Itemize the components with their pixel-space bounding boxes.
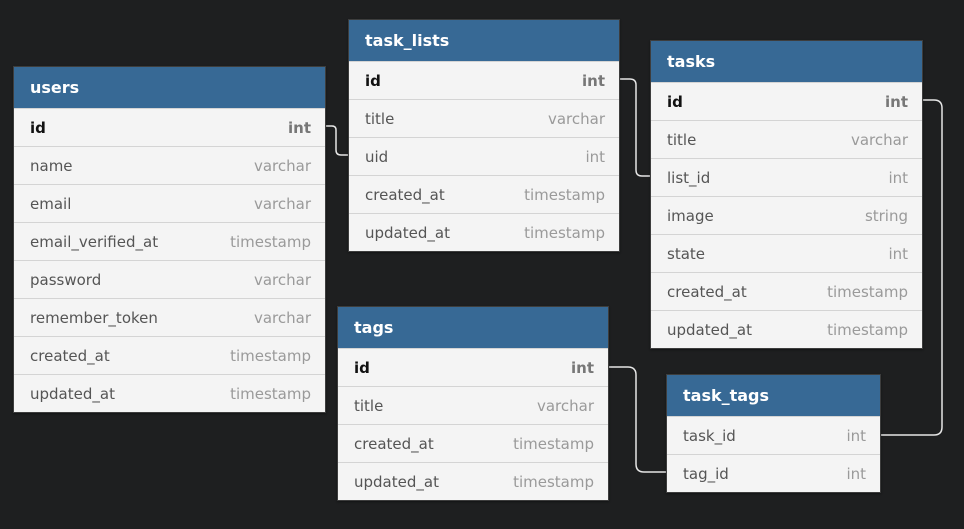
column-type: timestamp [230,232,311,251]
table-task-tags-header[interactable]: task_tags [667,375,880,416]
column-row[interactable]: title varchar [349,99,619,137]
column-type: int [571,358,594,377]
column-type: int [846,426,866,445]
column-name: updated_at [667,320,752,339]
table-tags[interactable]: tags id int title varchar created_at tim… [337,306,609,501]
column-row[interactable]: password varchar [14,260,325,298]
column-type: varchar [850,130,908,149]
column-type: timestamp [513,472,594,491]
relation-tags-task-tags [609,366,667,473]
column-row[interactable]: remember_token varchar [14,298,325,336]
table-tags-header[interactable]: tags [338,307,608,348]
column-type: timestamp [524,223,605,242]
column-type: timestamp [827,282,908,301]
column-name: remember_token [30,308,158,327]
column-name: state [667,244,705,263]
relation-users-task-lists [326,125,349,156]
column-type: varchar [253,270,311,289]
column-name: email [30,194,72,213]
column-name: created_at [365,185,445,204]
column-row[interactable]: updated_at timestamp [338,462,608,500]
column-name: title [667,130,697,149]
column-type: varchar [536,396,594,415]
column-name: list_id [667,168,711,187]
column-name: email_verified_at [30,232,159,251]
column-row[interactable]: created_at timestamp [338,424,608,462]
column-name: id [365,71,381,90]
column-row[interactable]: list_id int [651,158,922,196]
column-row[interactable]: task_id int [667,416,880,454]
column-name: name [30,156,73,175]
column-row[interactable]: image string [651,196,922,234]
column-row[interactable]: id int [338,348,608,386]
column-type: varchar [547,109,605,128]
column-name: tag_id [683,464,729,483]
column-type: varchar [253,308,311,327]
column-name: updated_at [30,384,115,403]
column-name: uid [365,147,389,166]
column-row[interactable]: title varchar [651,120,922,158]
table-users-header[interactable]: users [14,67,325,108]
column-row[interactable]: updated_at timestamp [349,213,619,251]
column-name: id [667,92,683,111]
column-name: id [30,118,46,137]
column-type: int [888,168,908,187]
column-type: varchar [253,194,311,213]
er-diagram-canvas: users id int name varchar email varchar … [0,0,964,529]
column-type: int [582,71,605,90]
column-name: image [667,206,714,225]
column-type: timestamp [524,185,605,204]
relation-task-lists-tasks [620,78,651,177]
column-name: created_at [30,346,110,365]
table-users[interactable]: users id int name varchar email varchar … [13,66,326,413]
column-name: created_at [667,282,747,301]
column-name: title [365,109,395,128]
column-type: string [864,206,908,225]
column-row[interactable]: created_at timestamp [651,272,922,310]
column-row[interactable]: uid int [349,137,619,175]
table-tasks-header[interactable]: tasks [651,41,922,82]
column-row[interactable]: updated_at timestamp [14,374,325,412]
column-name: created_at [354,434,434,453]
column-row[interactable]: title varchar [338,386,608,424]
column-row[interactable]: id int [349,61,619,99]
column-name: title [354,396,384,415]
column-type: timestamp [230,384,311,403]
column-row[interactable]: id int [651,82,922,120]
column-row[interactable]: created_at timestamp [349,175,619,213]
column-row[interactable]: email varchar [14,184,325,222]
table-task-tags[interactable]: task_tags task_id int tag_id int [666,374,881,493]
column-row[interactable]: created_at timestamp [14,336,325,374]
column-type: timestamp [513,434,594,453]
column-name: task_id [683,426,736,445]
column-name: password [30,270,102,289]
table-task-lists-header[interactable]: task_lists [349,20,619,61]
column-row[interactable]: id int [14,108,325,146]
table-tasks[interactable]: tasks id int title varchar list_id int i… [650,40,923,349]
column-type: varchar [253,156,311,175]
column-row[interactable]: tag_id int [667,454,880,492]
column-row[interactable]: updated_at timestamp [651,310,922,348]
column-type: timestamp [230,346,311,365]
column-type: int [888,244,908,263]
column-type: timestamp [827,320,908,339]
column-row[interactable]: email_verified_at timestamp [14,222,325,260]
column-name: id [354,358,370,377]
column-name: updated_at [365,223,450,242]
column-type: int [288,118,311,137]
column-type: int [846,464,866,483]
column-type: int [585,147,605,166]
column-row[interactable]: name varchar [14,146,325,184]
column-name: updated_at [354,472,439,491]
column-row[interactable]: state int [651,234,922,272]
table-task-lists[interactable]: task_lists id int title varchar uid int … [348,19,620,252]
column-type: int [885,92,908,111]
